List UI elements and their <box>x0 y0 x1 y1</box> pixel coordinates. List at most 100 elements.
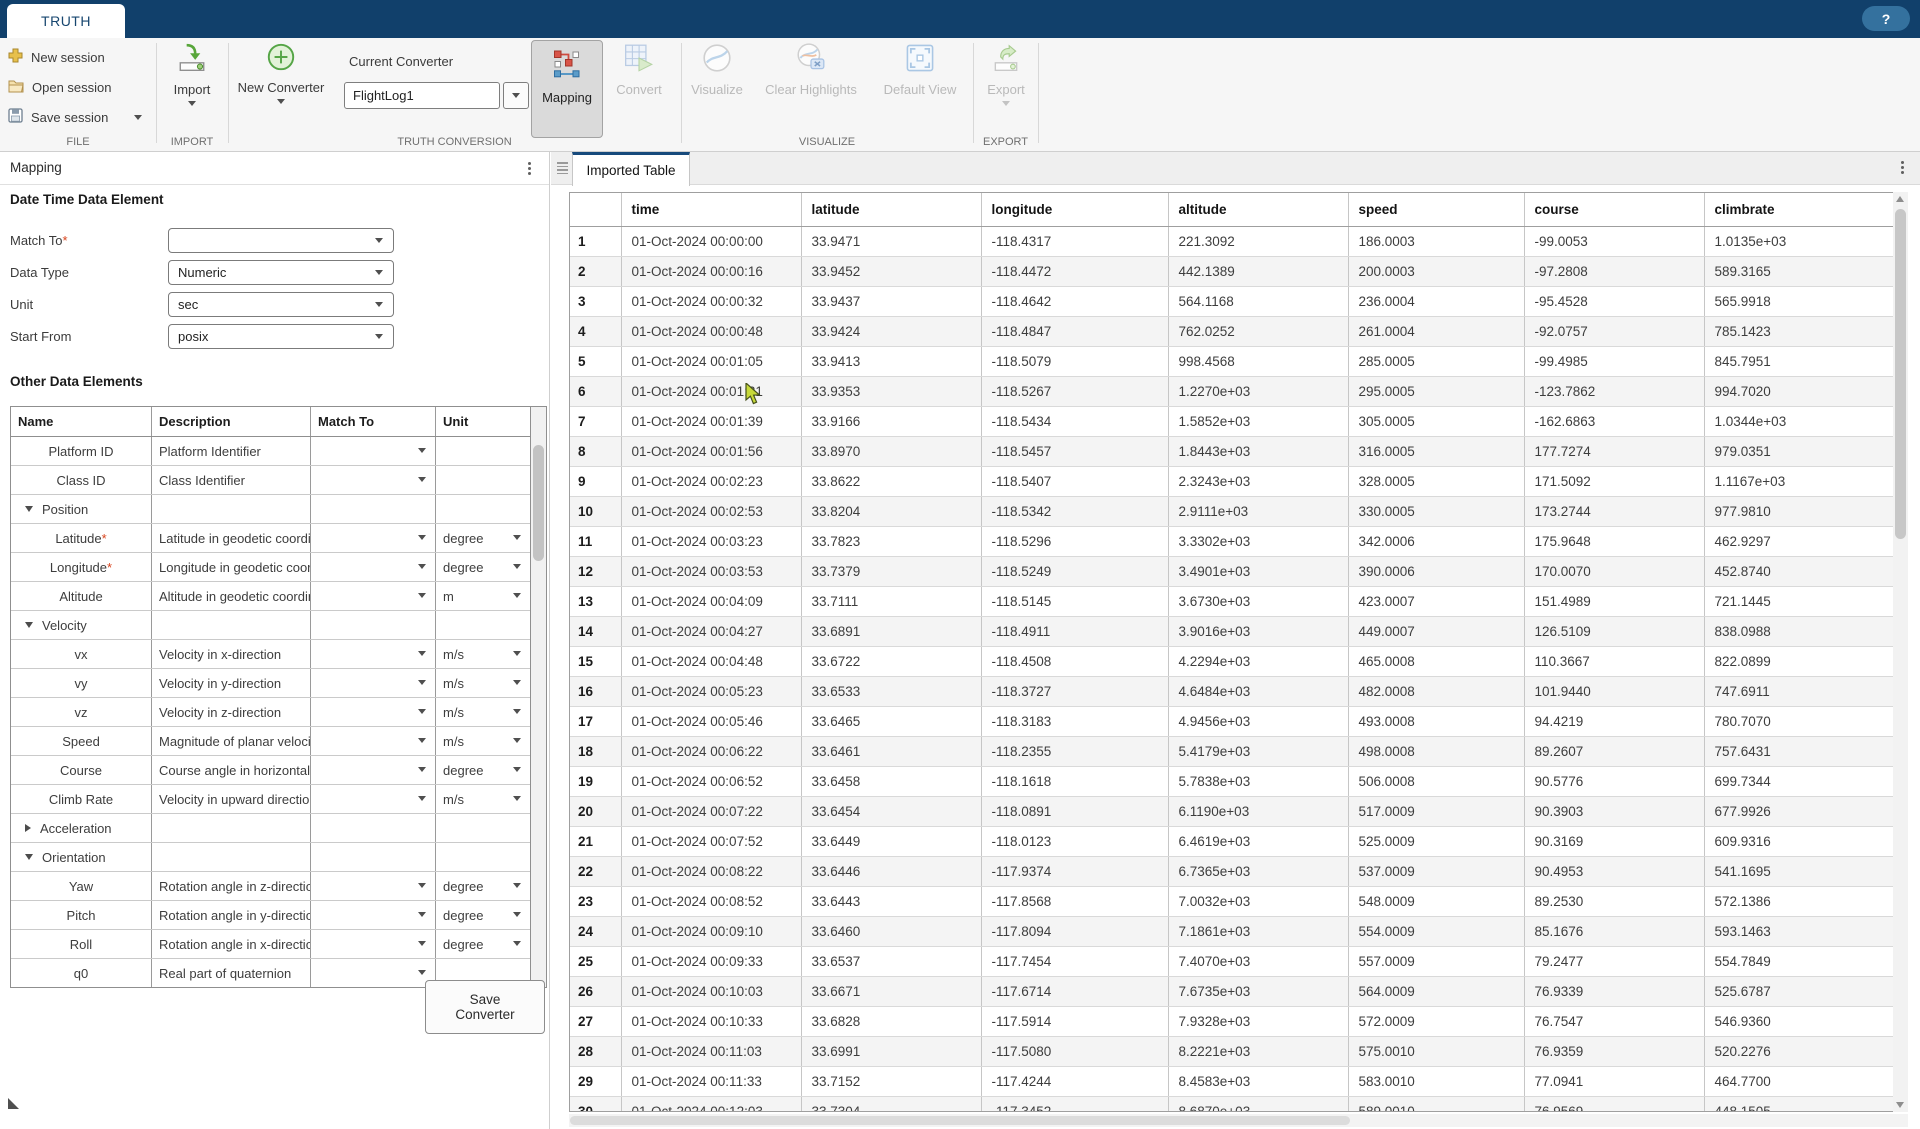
table-row[interactable]: 301-Oct-2024 00:00:3233.9437-118.4642564… <box>570 287 1893 317</box>
table-row[interactable]: 1601-Oct-2024 00:05:2333.6533-118.37274.… <box>570 677 1893 707</box>
mapping-table-row[interactable]: Class IDClass Identifier <box>11 466 530 495</box>
table-row[interactable]: 1501-Oct-2024 00:04:4833.6722-118.45084.… <box>570 647 1893 677</box>
collapse-icon[interactable] <box>25 854 33 860</box>
unit-dropdown[interactable]: m/s <box>436 640 530 668</box>
mapping-table-scrollbar[interactable] <box>530 407 546 987</box>
table-row[interactable]: 2501-Oct-2024 00:09:3333.6537-117.74547.… <box>570 947 1893 977</box>
match-to-dropdown[interactable] <box>311 756 436 784</box>
current-converter-input[interactable]: FlightLog1 <box>344 82 500 109</box>
resize-grip-icon[interactable] <box>8 1098 19 1109</box>
table-row[interactable]: 201-Oct-2024 00:00:1633.9452-118.4472442… <box>570 257 1893 287</box>
table-row[interactable]: 1101-Oct-2024 00:03:2333.7823-118.52963.… <box>570 527 1893 557</box>
match-to-dropdown[interactable] <box>311 901 436 929</box>
new-converter-button[interactable]: New Converter <box>234 42 328 104</box>
column-header-longitude[interactable]: longitude <box>981 193 1168 227</box>
tab-grip-icon[interactable] <box>557 162 568 174</box>
dropdown-match-to[interactable] <box>168 228 394 253</box>
export-button[interactable]: Export <box>978 42 1034 106</box>
mapping-table-row[interactable]: Longitude*Longitude in geodetic coordina… <box>11 553 530 582</box>
unit-dropdown[interactable]: degree <box>436 756 530 784</box>
mapping-table-row[interactable]: AltitudeAltitude in geodetic coordinates… <box>11 582 530 611</box>
table-row[interactable]: 1201-Oct-2024 00:03:5333.7379-118.52493.… <box>570 557 1893 587</box>
mapping-table-row[interactable]: Latitude*Latitude in geodetic coordinate… <box>11 524 530 553</box>
table-vertical-scrollbar[interactable] <box>1893 192 1908 1112</box>
table-row[interactable]: 2701-Oct-2024 00:10:3333.6828-117.59147.… <box>570 1007 1893 1037</box>
column-header-latitude[interactable]: latitude <box>801 193 981 227</box>
table-row[interactable]: 2201-Oct-2024 00:08:2233.6446-117.93746.… <box>570 857 1893 887</box>
mapping-table-row[interactable]: RollRotation angle in x-directiondegree <box>11 930 530 959</box>
unit-dropdown[interactable]: degree <box>436 930 530 958</box>
mapping-table-row[interactable]: CourseCourse angle in horizontal planede… <box>11 756 530 785</box>
mapping-table-row[interactable]: YawRotation angle in z-directiondegree <box>11 872 530 901</box>
save-session-caret-icon[interactable] <box>134 115 142 120</box>
match-to-dropdown[interactable] <box>311 640 436 668</box>
open-session-button[interactable]: Open session <box>8 77 112 97</box>
match-to-dropdown[interactable] <box>311 872 436 900</box>
default-view-button[interactable]: Default View <box>874 42 966 97</box>
match-to-dropdown[interactable] <box>311 930 436 958</box>
mapping-table-row[interactable]: Acceleration <box>11 814 530 843</box>
dropdown-unit[interactable]: sec <box>168 292 394 317</box>
match-to-dropdown[interactable] <box>311 582 436 610</box>
match-to-dropdown[interactable] <box>311 524 436 552</box>
collapse-icon[interactable] <box>25 506 33 512</box>
clear-highlights-button[interactable]: Clear Highlights <box>756 42 866 97</box>
mapping-table-row[interactable]: SpeedMagnitude of planar velocitym/s <box>11 727 530 756</box>
unit-dropdown[interactable]: degree <box>436 901 530 929</box>
table-row[interactable]: 1401-Oct-2024 00:04:2733.6891-118.49113.… <box>570 617 1893 647</box>
table-row[interactable]: 1901-Oct-2024 00:06:5233.6458-118.16185.… <box>570 767 1893 797</box>
expand-icon[interactable] <box>25 824 31 832</box>
save-session-button[interactable]: Save session <box>8 107 108 127</box>
mapping-table-row[interactable]: Climb RateVelocity in upward directionm/… <box>11 785 530 814</box>
table-row[interactable]: 2401-Oct-2024 00:09:1033.6460-117.80947.… <box>570 917 1893 947</box>
unit-dropdown[interactable]: m/s <box>436 698 530 726</box>
dropdown-data-type[interactable]: Numeric <box>168 260 394 285</box>
match-to-dropdown[interactable] <box>311 785 436 813</box>
tabstrip-menu-icon[interactable] <box>1901 161 1904 174</box>
dropdown-start-from[interactable]: posix <box>168 324 394 349</box>
table-row[interactable]: 3001-Oct-2024 00:12:0333.7304-117.34528.… <box>570 1097 1893 1113</box>
mapping-table-row[interactable]: Position <box>11 495 530 524</box>
column-header-climbrate[interactable]: climbrate <box>1704 193 1893 227</box>
table-row[interactable]: 2301-Oct-2024 00:08:5233.6443-117.85687.… <box>570 887 1893 917</box>
current-converter-dropdown-button[interactable] <box>503 82 529 109</box>
help-button[interactable]: ? <box>1862 6 1910 31</box>
column-header-altitude[interactable]: altitude <box>1168 193 1348 227</box>
match-to-dropdown[interactable] <box>311 698 436 726</box>
unit-dropdown[interactable]: degree <box>436 524 530 552</box>
unit-dropdown[interactable]: m/s <box>436 727 530 755</box>
scrollbar-down-icon[interactable] <box>1896 1102 1904 1108</box>
convert-button[interactable]: Convert <box>607 42 671 97</box>
table-row[interactable]: 501-Oct-2024 00:01:0533.9413-118.5079998… <box>570 347 1893 377</box>
mapping-table-row[interactable]: vzVelocity in z-directionm/s <box>11 698 530 727</box>
table-row[interactable]: 601-Oct-2024 00:01:2133.9353-118.52671.2… <box>570 377 1893 407</box>
table-row[interactable]: 801-Oct-2024 00:01:5633.8970-118.54571.8… <box>570 437 1893 467</box>
table-horizontal-scrollbar[interactable] <box>569 1114 1908 1127</box>
match-to-dropdown[interactable] <box>311 466 436 494</box>
table-row[interactable]: 1001-Oct-2024 00:02:5333.8204-118.53422.… <box>570 497 1893 527</box>
mapping-table-row[interactable]: vxVelocity in x-directionm/s <box>11 640 530 669</box>
panel-menu-icon[interactable] <box>528 162 531 175</box>
table-row[interactable]: 2801-Oct-2024 00:11:0333.6991-117.50808.… <box>570 1037 1893 1067</box>
tab-truth[interactable]: TRUTH <box>7 4 125 38</box>
scrollbar-up-icon[interactable] <box>1896 196 1904 202</box>
column-header-time[interactable]: time <box>621 193 801 227</box>
mapping-table-row[interactable]: Platform IDPlatform Identifier <box>11 437 530 466</box>
table-row[interactable]: 1701-Oct-2024 00:05:4633.6465-118.31834.… <box>570 707 1893 737</box>
match-to-dropdown[interactable] <box>311 727 436 755</box>
match-to-dropdown[interactable] <box>311 553 436 581</box>
unit-dropdown[interactable]: m/s <box>436 669 530 697</box>
unit-dropdown[interactable]: m <box>436 582 530 610</box>
table-row[interactable]: 401-Oct-2024 00:00:4833.9424-118.4847762… <box>570 317 1893 347</box>
table-row[interactable]: 2901-Oct-2024 00:11:3333.7152-117.42448.… <box>570 1067 1893 1097</box>
horizontal-scrollbar-thumb[interactable] <box>570 1116 1350 1125</box>
collapse-icon[interactable] <box>25 622 33 628</box>
new-session-button[interactable]: New session <box>8 47 105 67</box>
table-row[interactable]: 101-Oct-2024 00:00:0033.9471-118.4317221… <box>570 227 1893 257</box>
unit-dropdown[interactable]: degree <box>436 872 530 900</box>
mapping-table-row[interactable]: Orientation <box>11 843 530 872</box>
scrollbar-thumb[interactable] <box>1895 209 1906 539</box>
tab-imported-table[interactable]: Imported Table <box>572 152 690 186</box>
match-to-dropdown[interactable] <box>311 437 436 465</box>
table-row[interactable]: 2601-Oct-2024 00:10:0333.6671-117.67147.… <box>570 977 1893 1007</box>
